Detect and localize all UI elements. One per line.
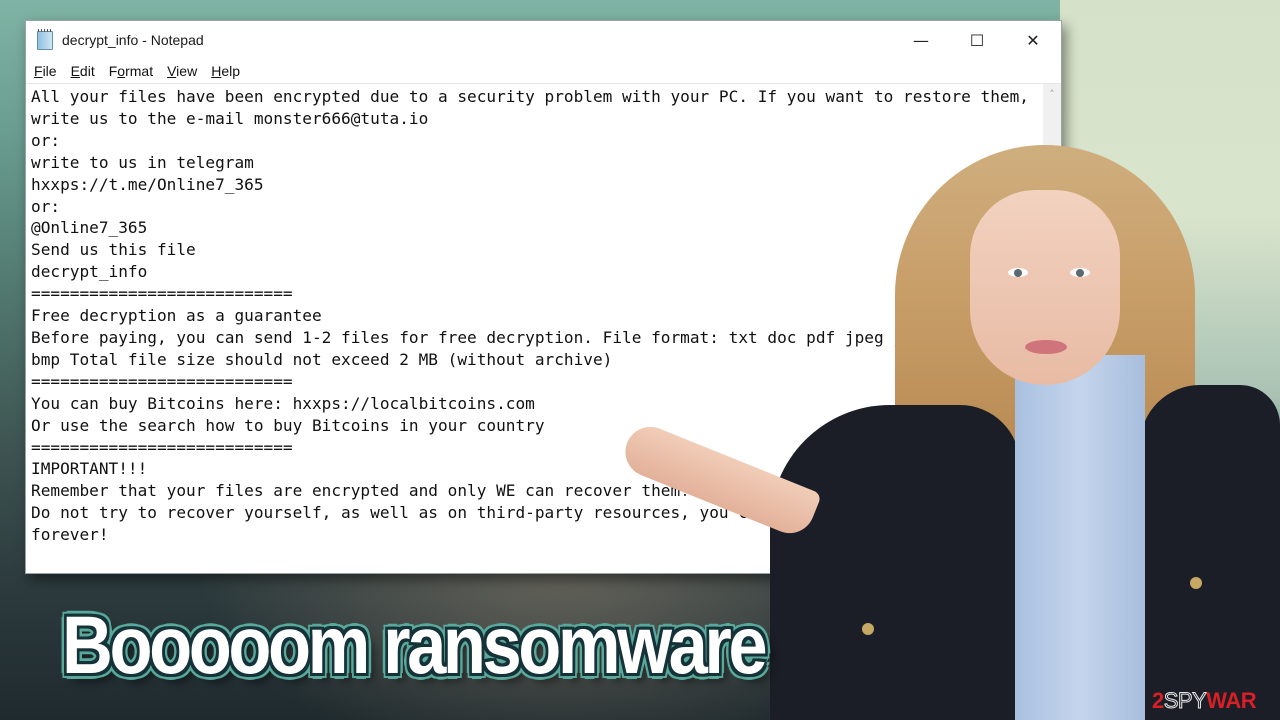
menu-edit[interactable]: Edit xyxy=(71,63,95,79)
text-line: =========================== xyxy=(31,371,293,391)
scroll-up-arrow-icon[interactable]: ˄ xyxy=(1043,86,1061,104)
text-line: Before paying, you can send 1-2 files fo… xyxy=(31,327,1000,347)
text-line: @Online7_365 xyxy=(31,218,148,238)
menu-help-label: elp xyxy=(221,63,240,79)
text-line: IMPORTANT!!! xyxy=(31,459,148,479)
site-watermark-logo: 2SPYWAR xyxy=(1152,688,1257,714)
text-line: or: xyxy=(31,196,61,216)
window-controls: — ☐ ✕ xyxy=(893,21,1061,59)
menu-help[interactable]: Help xyxy=(211,63,240,79)
text-line: forever! xyxy=(31,525,109,545)
menu-help-accel: H xyxy=(211,63,222,79)
maximize-icon: ☐ xyxy=(969,30,985,50)
text-line: =========================== xyxy=(31,284,293,304)
menu-edit-label: dit xyxy=(79,63,95,79)
menu-file-accel: F xyxy=(34,63,43,79)
menu-view-accel: V xyxy=(167,63,177,79)
jacket-button xyxy=(862,623,874,635)
menu-format[interactable]: Format xyxy=(109,63,153,79)
text-line: decrypt_info xyxy=(31,262,148,282)
article-headline: Booooom ransomware xyxy=(62,600,768,691)
minimize-icon: — xyxy=(913,30,929,50)
menu-view-label: iew xyxy=(176,63,198,79)
text-line: All your files have been encrypted due t… xyxy=(31,87,1029,106)
text-line: write us to the e-mail monster666@tuta.i… xyxy=(31,108,429,128)
menu-format-pre: F xyxy=(108,63,118,79)
text-line: Send us this file xyxy=(31,240,196,260)
background-wall xyxy=(1060,0,1280,720)
minimize-button[interactable]: — xyxy=(893,21,949,59)
text-line: bmp Total file size should not exceed 2 … xyxy=(31,349,613,369)
notepad-window: decrypt_info - Notepad — ☐ ✕ File Edit F… xyxy=(25,20,1062,574)
menu-format-accel: o xyxy=(117,63,126,79)
menu-bar: File Edit Format View Help xyxy=(26,59,1061,84)
menu-edit-accel: E xyxy=(70,63,80,79)
notepad-icon xyxy=(37,28,53,50)
menu-view[interactable]: View xyxy=(167,63,197,79)
menu-format-label: rmat xyxy=(125,63,154,79)
watermark-part-2: 2 xyxy=(1152,688,1164,713)
close-icon: ✕ xyxy=(1026,30,1040,50)
menu-file[interactable]: File xyxy=(34,63,57,79)
text-editor-area[interactable]: All your files have been encrypted due t… xyxy=(26,84,1043,573)
text-line: Free decryption as a guarantee xyxy=(31,306,322,326)
text-line: You can buy Bitcoins here: hxxps://local… xyxy=(31,393,535,413)
watermark-part-war: WAR xyxy=(1206,688,1257,713)
menu-file-label: ile xyxy=(42,63,57,79)
title-bar[interactable]: decrypt_info - Notepad — ☐ ✕ xyxy=(26,21,1061,59)
maximize-button[interactable]: ☐ xyxy=(949,21,1005,59)
text-line: Do not try to recover yourself, as well … xyxy=(31,503,923,523)
text-line: or: xyxy=(31,130,61,150)
text-line: write to us in telegram xyxy=(31,152,254,172)
vertical-scrollbar[interactable]: ˄ xyxy=(1043,84,1061,573)
close-button[interactable]: ✕ xyxy=(1005,21,1061,59)
text-line: Remember that your files are encrypted a… xyxy=(31,481,690,501)
text-line: =========================== xyxy=(31,437,293,457)
text-line: Or use the search how to buy Bitcoins in… xyxy=(31,415,545,435)
window-title: decrypt_info - Notepad xyxy=(62,32,204,48)
text-line: hxxps://t.me/Online7_365 xyxy=(31,174,264,194)
watermark-part-spy: SPY xyxy=(1163,688,1207,714)
